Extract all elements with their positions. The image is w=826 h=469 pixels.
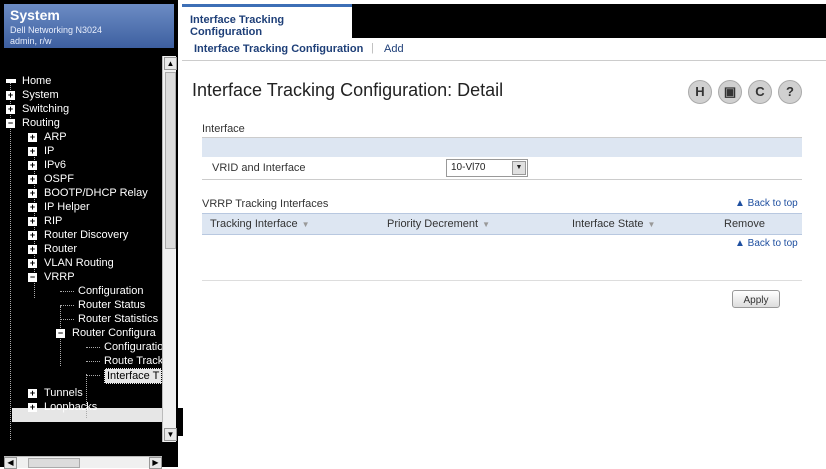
subtab-bar: Interface Tracking Configuration | Add (182, 38, 826, 61)
tree-item-router-statistics[interactable]: Router Statistics (78, 312, 158, 326)
scroll-thumb[interactable] (165, 72, 176, 249)
tree-item-bootp-dhcp-relay[interactable]: BOOTP/DHCP Relay (44, 186, 148, 200)
expand-icon[interactable]: + (28, 175, 37, 184)
page-title: Interface Tracking Configuration: Detail (192, 80, 504, 100)
tree-item-configuration-sub[interactable]: Configuratio (104, 340, 163, 354)
tree-vertical-scrollbar[interactable]: ▲ ▼ (162, 56, 177, 442)
collapse-icon[interactable]: − (56, 329, 65, 338)
vrid-select[interactable]: 10-Vl70 ▼ (446, 159, 528, 177)
tree-line (60, 305, 74, 306)
tree-line (86, 347, 100, 348)
expand-icon[interactable]: + (28, 389, 37, 398)
save-icon[interactable]: H (688, 80, 712, 104)
expand-icon[interactable]: + (28, 161, 37, 170)
tracking-table-header: Tracking Interface ▼ Priority Decrement ▼ … (202, 213, 802, 235)
system-header: System Dell Networking N3024 admin, r/w (4, 4, 174, 48)
column-header-remove: Remove (724, 218, 765, 230)
expand-icon[interactable]: + (28, 203, 37, 212)
sort-icon[interactable]: ▼ (648, 220, 656, 229)
tree-item-ip[interactable]: IP (44, 144, 54, 158)
interface-section-title: Interface (202, 123, 245, 135)
tree-item-system[interactable]: System (22, 88, 59, 102)
column-label: Tracking Interface (210, 218, 298, 230)
user-info: admin, r/w (10, 36, 52, 46)
tree-item-router-configuration[interactable]: Router Configura (72, 326, 156, 340)
interface-table-header (202, 138, 802, 157)
tree-item-rip[interactable]: RIP (44, 214, 62, 228)
navigation-tree: Home + System + Switching − Routing + AR… (4, 56, 176, 458)
sort-icon[interactable]: ▼ (302, 220, 310, 229)
scroll-down-icon[interactable]: ▼ (164, 428, 177, 441)
scroll-left-icon[interactable]: ◀ (4, 457, 17, 469)
expand-icon[interactable]: + (28, 147, 37, 156)
expand-icon[interactable]: + (6, 91, 15, 100)
tree-item-loopbacks[interactable]: Loopbacks (44, 400, 97, 414)
tree-label: Home (22, 75, 52, 87)
tab-bar: Interface Tracking Configuration (182, 4, 826, 38)
subtab-configuration[interactable]: Interface Tracking Configuration (194, 43, 363, 55)
tree-item-ipv6[interactable]: IPv6 (44, 158, 66, 172)
column-label: Priority Decrement (387, 218, 479, 230)
vrid-label: VRID and Interface (212, 162, 306, 174)
chevron-down-icon[interactable]: ▼ (512, 161, 526, 175)
refresh-icon[interactable]: C (748, 80, 772, 104)
back-to-top-link[interactable]: ▲ Back to top (735, 198, 798, 209)
column-header-interface-state[interactable]: Interface State ▼ (572, 218, 655, 230)
tree-item-routing[interactable]: Routing (22, 116, 60, 130)
expand-icon[interactable]: + (28, 189, 37, 198)
subtab-separator: | (371, 42, 374, 54)
expand-icon[interactable]: + (28, 231, 37, 240)
system-title: System (10, 7, 60, 23)
tree-line (86, 361, 100, 362)
tree-item-ip-helper[interactable]: IP Helper (44, 200, 90, 214)
navigation-panel: System Dell Networking N3024 admin, r/w … (0, 0, 178, 469)
collapse-icon[interactable]: − (28, 273, 37, 282)
tab-interface-tracking[interactable]: Interface Tracking Configuration (182, 4, 352, 38)
tree-horizontal-scrollbar[interactable]: ◀ ▶ (4, 456, 162, 469)
print-icon[interactable]: ▣ (718, 80, 742, 104)
divider (202, 280, 802, 281)
subtab-add[interactable]: Add (384, 43, 404, 55)
tree-item-route-tracking[interactable]: Route Track (104, 354, 163, 368)
help-icon[interactable]: ? (778, 80, 802, 104)
expand-icon[interactable]: + (28, 217, 37, 226)
panel-splitter[interactable] (178, 408, 183, 436)
tree-item-router-status[interactable]: Router Status (78, 298, 145, 312)
tree-item-arp[interactable]: ARP (44, 130, 67, 144)
scroll-right-icon[interactable]: ▶ (149, 457, 162, 469)
scroll-up-icon[interactable]: ▲ (164, 57, 177, 70)
home-icon (6, 79, 16, 84)
apply-button[interactable]: Apply (732, 290, 780, 308)
tree-item-router[interactable]: Router (44, 242, 77, 256)
tree-line (60, 319, 74, 320)
tree-line (10, 80, 11, 440)
column-header-tracking-interface[interactable]: Tracking Interface ▼ (210, 218, 310, 230)
collapse-icon[interactable]: − (6, 119, 15, 128)
expand-icon[interactable]: + (28, 259, 37, 268)
column-label: Interface State (572, 218, 644, 230)
tree-line (86, 375, 100, 376)
tree-item-ospf[interactable]: OSPF (44, 172, 74, 186)
tree-item-tunnels[interactable]: Tunnels (44, 386, 83, 400)
expand-icon[interactable]: + (6, 105, 15, 114)
tree-item-vrrp[interactable]: VRRP (44, 270, 75, 284)
tree-item-vlan-routing[interactable]: VLAN Routing (44, 256, 114, 270)
vrrp-tracking-section-title: VRRP Tracking Interfaces (202, 198, 329, 210)
tree-item-interface-tracking[interactable]: Interface T (104, 368, 163, 384)
expand-icon[interactable]: + (28, 245, 37, 254)
tab-label: Interface Tracking Configuration (190, 14, 285, 38)
column-header-priority-decrement[interactable]: Priority Decrement ▼ (387, 218, 490, 230)
tree-line (60, 291, 74, 292)
tree-item-switching[interactable]: Switching (22, 102, 69, 116)
tree-item-vrrp-configuration[interactable]: Configuration (78, 284, 143, 298)
vrid-row: VRID and Interface 10-Vl70 ▼ (202, 157, 802, 180)
expand-icon[interactable]: + (28, 403, 37, 412)
tree-item-home[interactable]: Home (6, 74, 51, 88)
back-to-top-link[interactable]: ▲ Back to top (735, 238, 798, 249)
sort-icon[interactable]: ▼ (482, 220, 490, 229)
device-model: Dell Networking N3024 (10, 25, 103, 35)
expand-icon[interactable]: + (28, 133, 37, 142)
vrid-select-value: 10-Vl70 (451, 162, 486, 173)
tree-item-router-discovery[interactable]: Router Discovery (44, 228, 128, 242)
